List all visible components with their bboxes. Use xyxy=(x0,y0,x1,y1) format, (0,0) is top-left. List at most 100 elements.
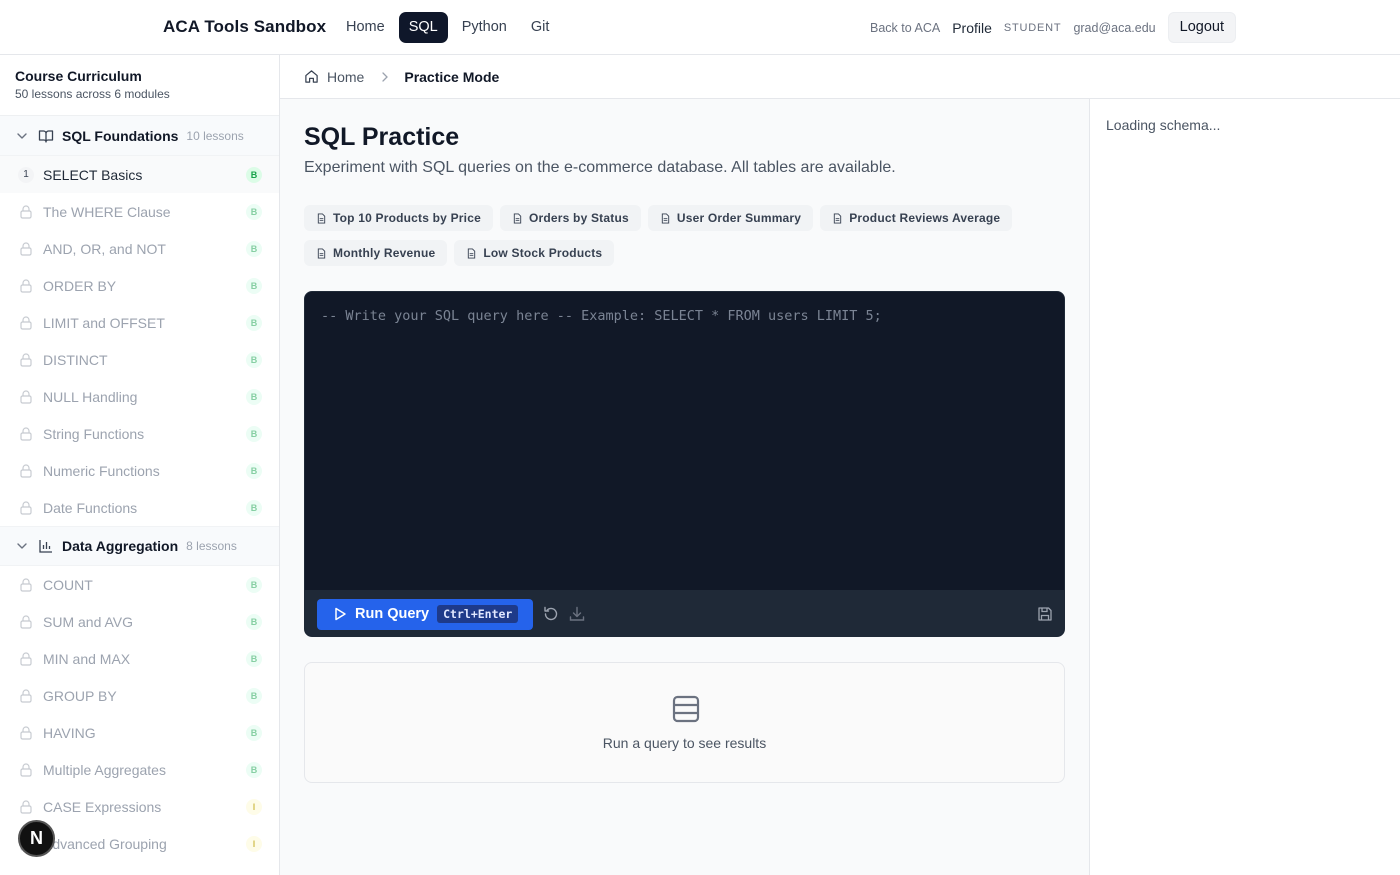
lesson-item[interactable]: GROUP BY B xyxy=(0,677,279,714)
lock-icon xyxy=(20,614,32,629)
lock-icon xyxy=(20,241,32,256)
page-description: Experiment with SQL queries on the e-com… xyxy=(304,159,896,176)
main-nav: Home SQL Python Git xyxy=(336,12,559,43)
editor-toolbar: Run Query Ctrl+Enter xyxy=(305,590,1064,636)
level-badge: B xyxy=(246,203,262,220)
lock-icon xyxy=(20,651,32,666)
lesson-label: CASE Expressions xyxy=(43,798,162,815)
lesson-label: COUNT xyxy=(43,576,93,593)
logout-button[interactable]: Logout xyxy=(1167,12,1236,43)
run-query-button[interactable]: Run Query Ctrl+Enter xyxy=(317,598,534,630)
lesson-item[interactable]: Numeric Functions B xyxy=(0,452,279,489)
level-badge: B xyxy=(246,388,262,405)
chevron-down-icon xyxy=(17,543,27,549)
file-text-icon xyxy=(317,212,326,224)
lock-icon xyxy=(20,204,32,219)
level-badge: B xyxy=(246,613,262,630)
nav-python[interactable]: Python xyxy=(452,12,517,43)
save-icon[interactable] xyxy=(1036,605,1054,623)
lesson-item[interactable]: NULL Handling B xyxy=(0,378,279,415)
lesson-item[interactable]: Multiple Aggregates B xyxy=(0,751,279,788)
nav-home[interactable]: Home xyxy=(336,12,395,43)
lesson-label: The WHERE Clause xyxy=(43,203,171,220)
example-query-chip[interactable]: Low Stock Products xyxy=(454,240,615,266)
profile-link[interactable]: Profile xyxy=(952,20,992,36)
lesson-item[interactable]: HAVING B xyxy=(0,714,279,751)
lock-icon xyxy=(20,278,32,293)
example-query-chip[interactable]: Product Reviews Average xyxy=(820,205,1013,231)
level-badge: B xyxy=(246,576,262,593)
lesson-item[interactable]: MIN and MAX B xyxy=(0,640,279,677)
sql-query-input[interactable] xyxy=(305,292,1064,590)
lesson-label: DISTINCT xyxy=(43,351,108,368)
lock-icon xyxy=(20,426,32,441)
lesson-label: String Functions xyxy=(43,425,145,442)
nav-git[interactable]: Git xyxy=(521,12,560,43)
level-badge: B xyxy=(246,351,262,368)
lock-icon xyxy=(20,688,32,703)
level-badge: B xyxy=(246,724,262,741)
lesson-label: GROUP BY xyxy=(43,687,117,704)
lesson-label: ORDER BY xyxy=(43,277,117,294)
sql-editor: Run Query Ctrl+Enter xyxy=(304,291,1065,637)
example-query-chip[interactable]: Top 10 Products by Price xyxy=(304,205,493,231)
lesson-label: Multiple Aggregates xyxy=(43,761,166,778)
lesson-item[interactable]: CASE Expressions I xyxy=(0,788,279,825)
level-badge: B xyxy=(246,277,262,294)
breadcrumb-current: Practice Mode xyxy=(404,68,500,85)
book-open-icon xyxy=(38,129,54,143)
breadcrumb-home-label: Home xyxy=(327,68,365,85)
level-badge: B xyxy=(246,650,262,667)
nav-sql[interactable]: SQL xyxy=(398,12,448,43)
lesson-item[interactable]: ORDER BY B xyxy=(0,267,279,304)
home-icon xyxy=(305,70,318,83)
table-rows-icon xyxy=(672,695,700,723)
example-query-chip[interactable]: Orders by Status xyxy=(499,205,641,231)
file-text-icon xyxy=(513,212,522,224)
lock-icon xyxy=(20,500,32,515)
example-query-label: User Order Summary xyxy=(676,211,802,225)
lesson-item[interactable]: SUM and AVG B xyxy=(0,603,279,640)
level-badge: B xyxy=(246,499,262,516)
example-query-label: Product Reviews Average xyxy=(849,211,1001,225)
lesson-item[interactable]: COUNT B xyxy=(0,566,279,603)
reset-icon[interactable] xyxy=(542,605,560,623)
module-lesson-count: 8 lessons xyxy=(186,539,237,553)
lesson-item[interactable]: 1 SELECT Basics B xyxy=(0,156,279,193)
results-panel: Run a query to see results xyxy=(304,662,1065,783)
chevron-down-icon xyxy=(17,132,27,139)
file-text-icon xyxy=(468,247,476,259)
lesson-label: Numeric Functions xyxy=(43,462,160,479)
lesson-item[interactable]: DISTINCT B xyxy=(0,341,279,378)
lock-icon xyxy=(20,762,32,777)
breadcrumb: Home Practice Mode xyxy=(280,55,1400,99)
example-query-label: Low Stock Products xyxy=(483,246,603,260)
lesson-label: AND, OR, and NOT xyxy=(43,240,166,257)
file-text-icon xyxy=(661,212,670,224)
level-badge: B xyxy=(246,240,262,257)
lesson-item[interactable]: AND, OR, and NOT B xyxy=(0,230,279,267)
lesson-label: LIMIT and OFFSET xyxy=(43,314,165,331)
lesson-item[interactable]: Date Functions B xyxy=(0,489,279,526)
module-data-aggregation[interactable]: Data Aggregation 8 lessons xyxy=(0,526,279,566)
play-icon xyxy=(335,607,346,621)
top-navigation-bar: ACA Tools Sandbox Home SQL Python Git Ba… xyxy=(0,0,1400,55)
example-query-label: Orders by Status xyxy=(528,211,629,225)
example-query-chip[interactable]: Monthly Revenue xyxy=(304,240,448,266)
lesson-number: 1 xyxy=(18,166,34,183)
lock-icon xyxy=(20,389,32,404)
brand-logo-text[interactable]: ACA Tools Sandbox xyxy=(163,17,326,37)
example-query-chip[interactable]: User Order Summary xyxy=(647,205,814,231)
lesson-item[interactable]: String Functions B xyxy=(0,415,279,452)
lesson-item[interactable]: LIMIT and OFFSET B xyxy=(0,304,279,341)
lesson-item[interactable]: The WHERE Clause B xyxy=(0,193,279,230)
module-sql-foundations[interactable]: SQL Foundations 10 lessons xyxy=(0,116,279,156)
floating-assistant-button[interactable]: N xyxy=(18,820,55,857)
lock-icon xyxy=(20,315,32,330)
role-badge: STUDENT xyxy=(1003,21,1062,34)
lock-icon xyxy=(20,799,32,814)
download-icon[interactable] xyxy=(568,605,586,623)
breadcrumb-home[interactable]: Home xyxy=(304,69,364,85)
lesson-label: Date Functions xyxy=(43,499,138,516)
back-to-aca-link[interactable]: Back to ACA xyxy=(870,21,940,35)
